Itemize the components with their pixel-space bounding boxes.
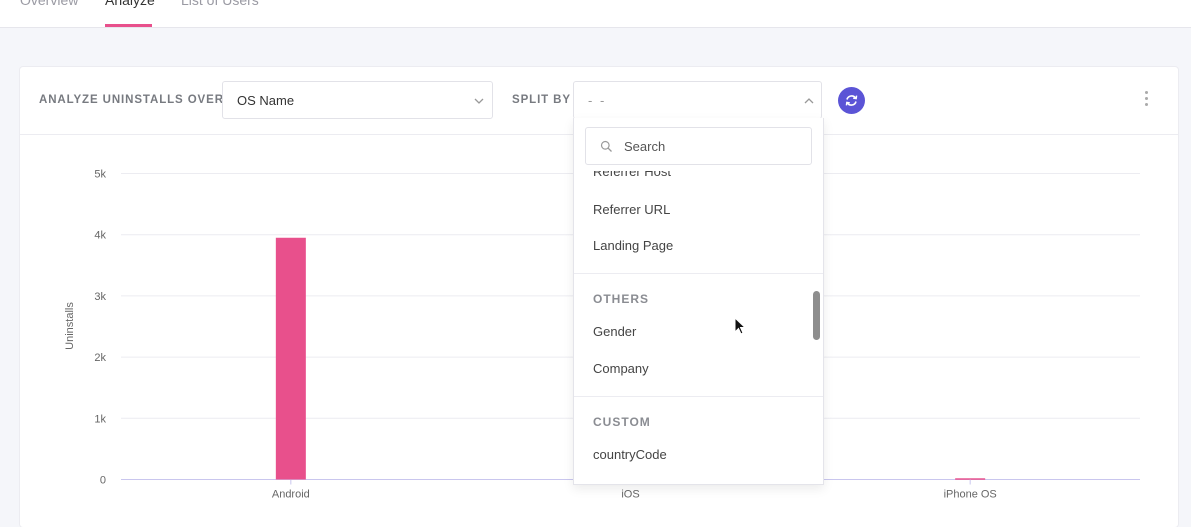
dropdown-scrollbar[interactable]: [813, 291, 820, 340]
y-tick-label: 3k: [94, 291, 106, 303]
y-tick-label: 1k: [94, 413, 106, 425]
option-landing-page[interactable]: Landing Page: [593, 238, 673, 253]
dropdown-search[interactable]: [585, 127, 812, 165]
option-referrer-url[interactable]: Referrer URL: [593, 202, 670, 217]
option-company[interactable]: Company: [593, 361, 649, 376]
y-tick-label: 2k: [94, 352, 106, 364]
group-title-others: OTHERS: [593, 292, 650, 306]
chart-y-ticks: 0 1k 2k 3k 4k 5k: [94, 169, 106, 487]
option-country-code[interactable]: countryCode: [593, 447, 667, 462]
y-axis-label: Uninstalls: [64, 302, 76, 350]
x-tick-label: Android: [272, 489, 310, 501]
option-gender[interactable]: Gender: [593, 324, 636, 339]
mouse-cursor-icon: [734, 317, 747, 335]
group-divider: [574, 396, 823, 397]
x-tick-label: iPhone OS: [944, 489, 997, 501]
search-icon: [600, 140, 612, 152]
x-tick-label: iOS: [621, 489, 639, 501]
bar-android[interactable]: [275, 237, 306, 480]
group-title-custom: CUSTOM: [593, 415, 651, 429]
y-tick-label: 5k: [94, 169, 106, 181]
y-tick-label: 4k: [94, 230, 106, 242]
search-input[interactable]: [624, 137, 804, 155]
split-by-dropdown: Referrer Host Referrer URL Landing Page …: [573, 118, 824, 485]
y-tick-label: 0: [100, 475, 106, 487]
option-referrer-host[interactable]: Referrer Host: [593, 171, 671, 179]
group-divider: [574, 273, 823, 274]
